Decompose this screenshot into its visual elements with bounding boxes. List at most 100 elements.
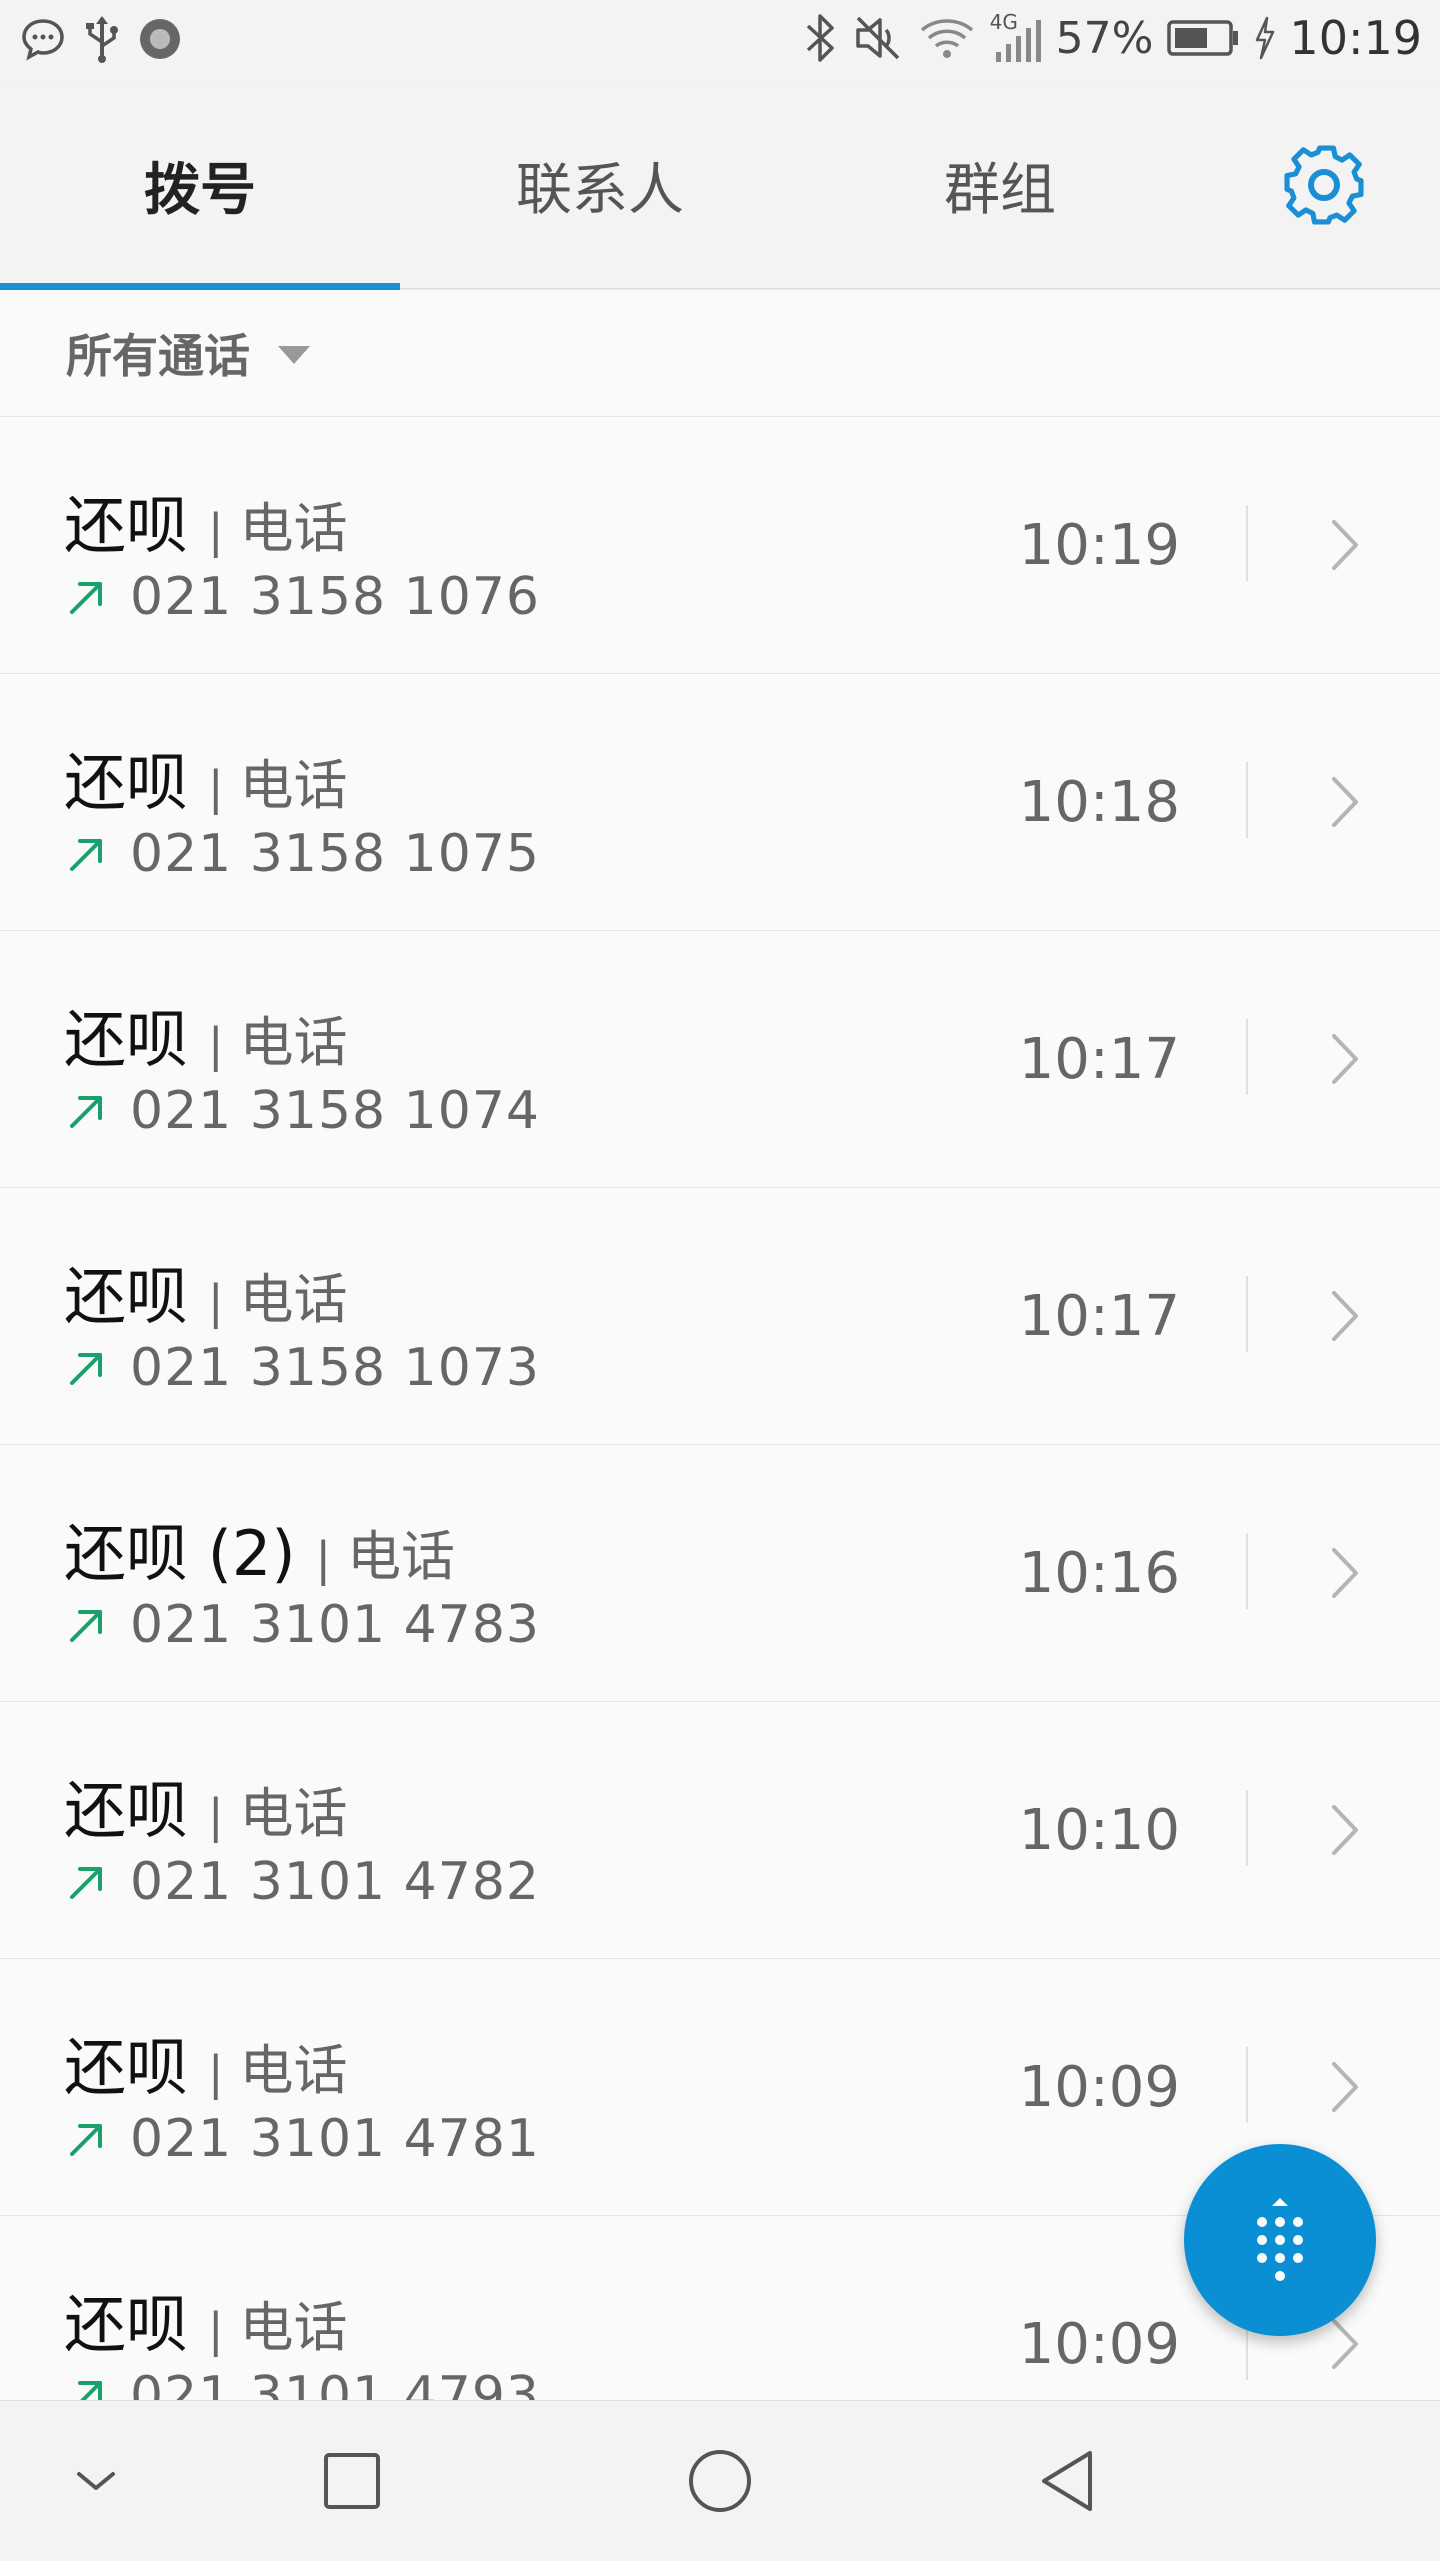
caller-line: 还呗 | 电话: [64, 989, 348, 1079]
home-icon: [689, 2450, 751, 2512]
tab-contacts[interactable]: 联系人: [400, 82, 800, 288]
number-line: 021 3158 1074: [66, 1081, 540, 1141]
usb-icon: [82, 14, 122, 64]
caller-number-type: 电话: [239, 1268, 348, 1331]
call-filter-dropdown[interactable]: 所有通话: [66, 290, 310, 416]
outgoing-call-icon: [66, 1347, 108, 1389]
caller-line: 还呗 | 电话: [64, 2017, 348, 2107]
outgoing-call-icon: [66, 1861, 108, 1903]
tab-dial[interactable]: 拨号: [0, 82, 400, 290]
caller-separator: |: [315, 1532, 332, 1586]
outgoing-call-icon: [66, 1090, 108, 1132]
call-detail-button[interactable]: [1250, 931, 1440, 1187]
tab-active-indicator: [0, 283, 400, 290]
phone-number: 021 3101 4781: [130, 2109, 540, 2169]
charging-icon: [1253, 16, 1275, 60]
caller-line: 还呗 (2) | 电话: [64, 1503, 455, 1593]
tab-groups[interactable]: 群组: [800, 82, 1200, 288]
call-detail-button[interactable]: [1250, 674, 1440, 930]
call-time: 10:09: [1018, 2054, 1180, 2120]
call-log-row[interactable]: 还呗 (2) | 电话 021 3101 4783 10:16: [0, 1445, 1440, 1702]
phone-number: 021 3101 4782: [130, 1852, 540, 1912]
nav-home-button[interactable]: [640, 2401, 800, 2561]
chevron-right-icon: [1332, 1805, 1358, 1855]
system-nav-bar: [0, 2400, 1440, 2561]
call-log-row[interactable]: 还呗 | 电话 021 3158 1075 10:18: [0, 674, 1440, 931]
caller-line: 还呗 | 电话: [64, 732, 348, 822]
wifi-icon: [918, 14, 976, 62]
signal-4g-icon: 4G: [990, 10, 1042, 66]
chevron-right-icon: [1332, 1291, 1358, 1341]
tab-bar: 拨号 联系人 群组: [0, 82, 1440, 290]
number-line: 021 3158 1073: [66, 1338, 540, 1398]
call-log-row[interactable]: 还呗 | 电话 021 3158 1073 10:17: [0, 1188, 1440, 1445]
gear-icon: [1284, 145, 1364, 225]
battery-percent: 57%: [1055, 12, 1154, 64]
call-time: 10:18: [1018, 769, 1180, 835]
call-time: 10:17: [1018, 1026, 1180, 1092]
tab-dial-label: 拨号: [144, 157, 256, 223]
number-line: 021 3101 4781: [66, 2109, 540, 2169]
number-line: 021 3101 4783: [66, 1595, 540, 1655]
caller-separator: |: [208, 2046, 224, 2100]
call-detail-button[interactable]: [1250, 417, 1440, 673]
filter-label: 所有通话: [66, 329, 250, 383]
call-detail-button[interactable]: [1250, 1188, 1440, 1444]
dialpad-button[interactable]: [1184, 2144, 1376, 2336]
call-log-list[interactable]: 还呗 | 电话 021 3158 1076 10:19 还呗 | 电话 021 …: [0, 417, 1440, 2400]
caller-name: 还呗: [64, 746, 189, 819]
chevron-right-icon: [1332, 1034, 1358, 1084]
call-time: 10:10: [1018, 1797, 1180, 1863]
status-left-icons: [20, 14, 182, 64]
nav-back-button[interactable]: [988, 2401, 1148, 2561]
number-line: 021 3101 4793: [66, 2366, 540, 2400]
caller-name: 还呗: [64, 1003, 189, 1076]
record-icon: [138, 17, 182, 61]
number-line: 021 3101 4782: [66, 1852, 540, 1912]
caller-number-type: 电话: [239, 2296, 348, 2359]
caller-number-type: 电话: [239, 754, 348, 817]
caller-line: 还呗 | 电话: [64, 475, 348, 565]
call-log-row[interactable]: 还呗 | 电话 021 3158 1076 10:19: [0, 417, 1440, 674]
caller-number-type: 电话: [239, 497, 348, 560]
caller-name: 还呗: [64, 2031, 189, 2104]
row-divider: [1246, 762, 1248, 838]
row-divider: [1246, 1790, 1248, 1866]
outgoing-call-icon: [66, 833, 108, 875]
caller-separator: |: [208, 1275, 224, 1329]
caller-name: 还呗: [64, 1774, 189, 1847]
chevron-right-icon: [1332, 520, 1358, 570]
caller-name: 还呗: [64, 1260, 189, 1333]
call-log-row[interactable]: 还呗 | 电话 021 3158 1074 10:17: [0, 931, 1440, 1188]
tab-groups-label: 群组: [944, 157, 1056, 223]
phone-number: 021 3158 1073: [130, 1338, 540, 1398]
outgoing-call-icon: [66, 2118, 108, 2160]
filter-row: 所有通话: [0, 290, 1440, 417]
row-divider: [1246, 505, 1248, 581]
call-time: 10:09: [1018, 2311, 1180, 2377]
phone-number: 021 3101 4783: [130, 1595, 540, 1655]
bluetooth-icon: [802, 10, 838, 66]
phone-number: 021 3158 1075: [130, 824, 540, 884]
call-detail-button[interactable]: [1250, 1445, 1440, 1701]
nav-collapse-button[interactable]: [16, 2401, 176, 2561]
phone-number: 021 3158 1074: [130, 1081, 540, 1141]
caller-line: 还呗 | 电话: [64, 1760, 348, 1850]
nav-recents-button[interactable]: [272, 2401, 432, 2561]
chevron-right-icon: [1332, 1548, 1358, 1598]
caller-separator: |: [208, 761, 224, 815]
outgoing-call-icon: [66, 2375, 108, 2400]
call-detail-button[interactable]: [1250, 1702, 1440, 1958]
call-time: 10:19: [1018, 512, 1180, 578]
call-time: 10:16: [1018, 1540, 1180, 1606]
caller-number-type: 电话: [239, 1011, 348, 1074]
status-bar: 4G 57% 10:19: [0, 0, 1440, 82]
caller-number-type: 电话: [239, 1782, 348, 1845]
caller-name: 还呗: [64, 489, 189, 562]
call-log-row[interactable]: 还呗 | 电话 021 3101 4782 10:10: [0, 1702, 1440, 1959]
number-line: 021 3158 1076: [66, 567, 540, 627]
settings-button[interactable]: [1278, 139, 1370, 231]
caller-number-type: 电话: [347, 1525, 456, 1588]
row-divider: [1246, 1533, 1248, 1609]
back-icon: [1042, 2451, 1092, 2511]
